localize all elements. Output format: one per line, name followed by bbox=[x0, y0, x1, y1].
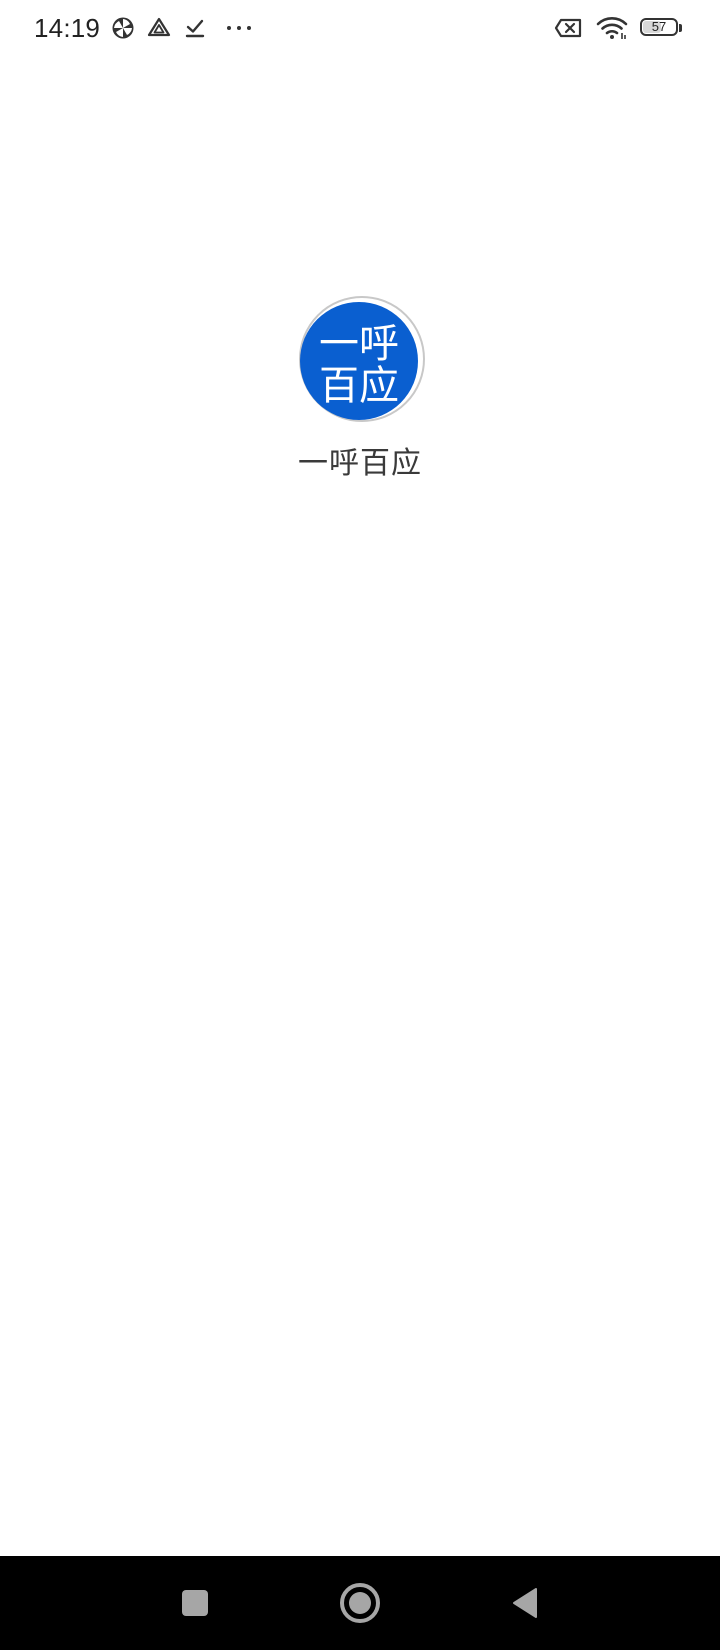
no-sim-icon bbox=[554, 15, 584, 41]
navigation-bar bbox=[0, 1556, 720, 1650]
logo-text-line1: 一呼 bbox=[319, 321, 399, 367]
circle-icon bbox=[340, 1583, 380, 1623]
drive-icon bbox=[146, 15, 172, 41]
recents-button[interactable] bbox=[170, 1578, 220, 1628]
pinwheel-icon bbox=[110, 15, 136, 41]
battery-level: 57 bbox=[651, 19, 667, 34]
back-button[interactable] bbox=[500, 1578, 550, 1628]
status-bar-right: 57 bbox=[554, 12, 684, 44]
app-name: 一呼百应 bbox=[298, 446, 422, 481]
clock: 14:19 bbox=[34, 12, 101, 43]
status-bar: 14:19 57 bbox=[0, 0, 720, 56]
wifi-icon bbox=[596, 15, 628, 41]
logo-text-line2: 百应 bbox=[319, 363, 399, 409]
download-done-icon bbox=[182, 15, 208, 41]
battery-icon: 57 bbox=[640, 17, 684, 39]
more-dots-icon bbox=[224, 15, 254, 41]
home-button[interactable] bbox=[335, 1578, 385, 1628]
square-icon bbox=[182, 1590, 208, 1616]
splash-screen: 14:19 57 一呼 百应 一呼百应 bbox=[0, 0, 720, 1650]
back-triangle-icon bbox=[513, 1588, 537, 1618]
status-bar-left: 14:19 bbox=[34, 10, 254, 46]
app-logo: 一呼 百应 bbox=[297, 294, 427, 424]
